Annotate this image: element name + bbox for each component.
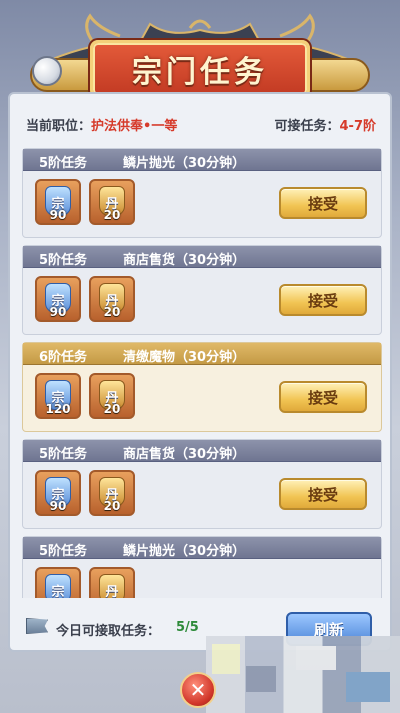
reward-slot[interactable]: 宗 120 (35, 373, 81, 419)
flag-icon (26, 618, 48, 634)
reward-count: 90 (49, 208, 67, 222)
reward-count: 90 (49, 305, 67, 319)
reward-slot[interactable]: 宗 (35, 567, 81, 598)
daily-limit-label: 今日可接取任务： (56, 624, 161, 639)
reward-count: 120 (45, 402, 71, 416)
reward-slot[interactable]: 丹 (89, 567, 135, 598)
accept-button[interactable]: 接受 (279, 187, 367, 219)
page-title: 宗门任务 (132, 55, 268, 90)
task-card-header: 6阶任务 清缴魔物（30分钟） (23, 343, 381, 365)
reward-count: 20 (103, 402, 121, 416)
task-panel: 当前职位：护法供奉•一等 可接任务：4-7阶 5阶任务 鳞片抛光（30分钟） 宗… (8, 92, 392, 652)
task-card: 5阶任务 商店售货（30分钟） 宗 90 丹 20 接受 (22, 245, 382, 335)
task-card-header: 5阶任务 商店售货（30分钟） (23, 440, 381, 462)
reward-slot[interactable]: 宗 90 (35, 276, 81, 322)
watermark-mosaic (206, 636, 400, 713)
task-card-header: 5阶任务 鳞片抛光（30分钟） (23, 149, 381, 171)
task-card-highlighted: 6阶任务 清缴魔物（30分钟） 宗 120 丹 20 接受 (22, 342, 382, 432)
sect-badge-icon: 宗 (45, 574, 71, 598)
task-card: 5阶任务 商店售货（30分钟） 宗 90 丹 20 接受 (22, 439, 382, 529)
task-card-header: 5阶任务 鳞片抛光（30分钟） (23, 537, 381, 559)
task-list[interactable]: 5阶任务 鳞片抛光（30分钟） 宗 90 丹 20 接受 5阶任务 商店售货（3… (22, 148, 382, 598)
accept-button[interactable]: 接受 (279, 381, 367, 413)
reward-slot[interactable]: 丹 20 (89, 179, 135, 225)
position-value: 护法供奉•一等 (91, 119, 178, 134)
title-banner: 宗门任务 (90, 40, 310, 98)
reward-slot[interactable]: 丹 20 (89, 470, 135, 516)
daily-limit-count: 5/5 (176, 620, 199, 635)
reward-count: 90 (49, 499, 67, 513)
task-name: 商店售货（30分钟） (123, 253, 246, 268)
reward-count: 20 (103, 208, 121, 222)
position-label: 当前职位： (26, 119, 92, 134)
task-name: 鳞片抛光（30分钟） (123, 156, 246, 171)
scroll-token-icon: 丹 (99, 574, 125, 598)
reward-slot[interactable]: 宗 90 (35, 179, 81, 225)
task-name: 清缴魔物（30分钟） (123, 350, 246, 365)
accept-button[interactable]: 接受 (279, 478, 367, 510)
info-row: 当前职位：护法供奉•一等 可接任务：4-7阶 (10, 112, 390, 136)
task-tier: 5阶任务 (39, 544, 88, 559)
task-card: 5阶任务 鳞片抛光（30分钟） 宗 丹 (22, 536, 382, 598)
reward-count: 20 (103, 305, 121, 319)
pearl-ornament-icon (32, 56, 62, 86)
task-tier: 5阶任务 (39, 447, 88, 462)
task-name: 商店售货（30分钟） (123, 447, 246, 462)
acceptable-range: 可接任务：4-7阶 (274, 115, 376, 134)
reward-slot[interactable]: 丹 20 (89, 373, 135, 419)
close-button[interactable]: ✕ (180, 672, 216, 708)
current-position: 当前职位：护法供奉•一等 (26, 115, 177, 134)
close-icon: ✕ (189, 678, 207, 702)
reward-count: 20 (103, 499, 121, 513)
task-tier: 6阶任务 (39, 350, 88, 365)
reward-slot[interactable]: 丹 20 (89, 276, 135, 322)
task-card: 5阶任务 鳞片抛光（30分钟） 宗 90 丹 20 接受 (22, 148, 382, 238)
range-value: 4-7阶 (339, 119, 377, 134)
accept-button[interactable]: 接受 (279, 284, 367, 316)
task-name: 鳞片抛光（30分钟） (123, 544, 246, 559)
task-tier: 5阶任务 (39, 156, 88, 171)
range-label: 可接任务： (274, 119, 340, 134)
task-card-header: 5阶任务 商店售货（30分钟） (23, 246, 381, 268)
task-tier: 5阶任务 (39, 253, 88, 268)
banner-scroll-right (300, 58, 370, 92)
reward-slot[interactable]: 宗 90 (35, 470, 81, 516)
